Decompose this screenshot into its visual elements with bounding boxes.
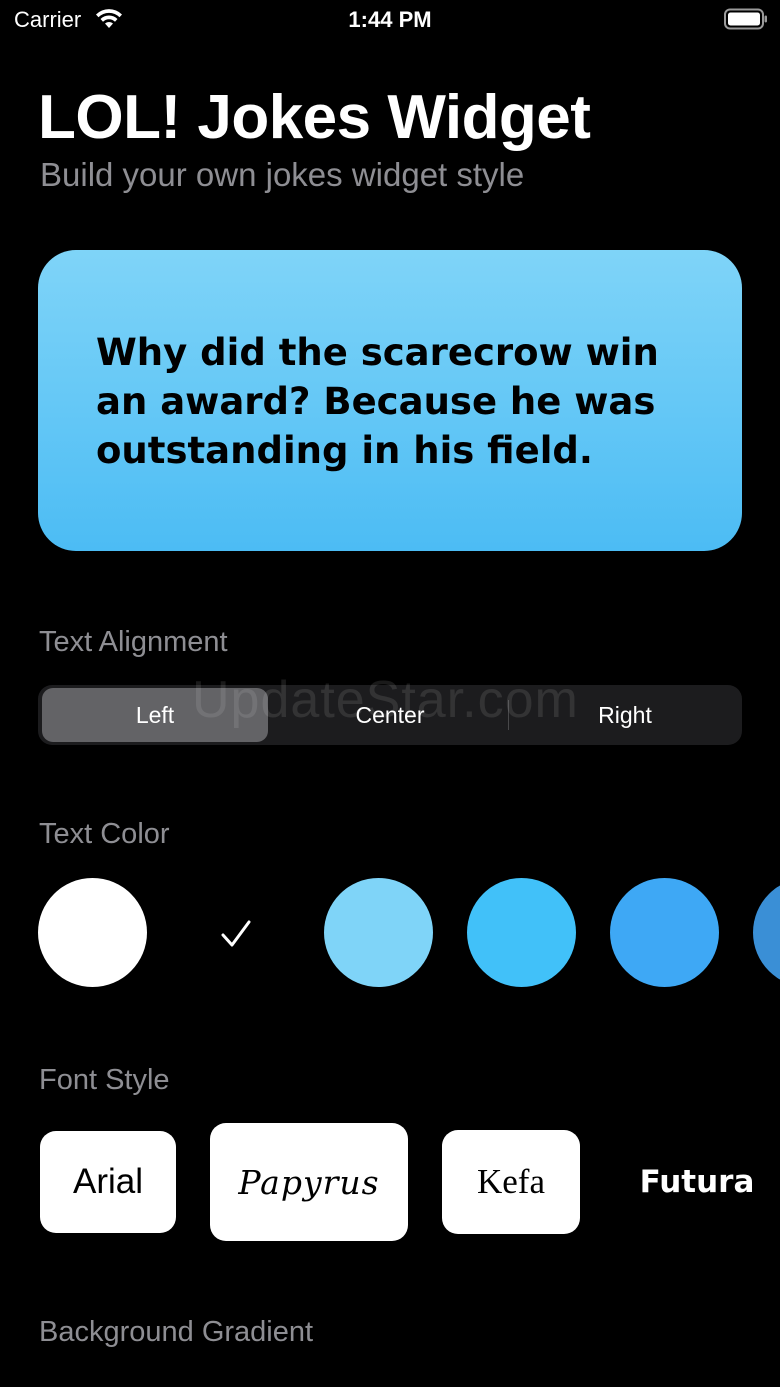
app-screen: Carrier 1:44 PM LOL! Jokes Widget Build … bbox=[0, 0, 780, 1387]
color-swatch-deep-blue[interactable] bbox=[753, 878, 780, 987]
page-title: LOL! Jokes Widget bbox=[38, 83, 591, 152]
color-swatch-sky-blue[interactable] bbox=[467, 878, 576, 987]
page-subtitle: Build your own jokes widget style bbox=[40, 156, 525, 193]
text-alignment-segmented-control: Left Center Right bbox=[38, 685, 742, 745]
text-color-label: Text Color bbox=[39, 818, 170, 850]
battery-icon bbox=[724, 8, 767, 30]
status-bar: Carrier 1:44 PM bbox=[0, 0, 780, 40]
font-option-futura[interactable]: Futura bbox=[630, 1130, 764, 1234]
checkmark-icon bbox=[221, 920, 251, 947]
widget-preview-card: Why did the scarecrow win an award? Beca… bbox=[38, 250, 742, 551]
font-style-label: Font Style bbox=[39, 1064, 170, 1096]
color-swatch-blue[interactable] bbox=[610, 878, 719, 987]
segment-right[interactable]: Right bbox=[509, 688, 741, 742]
text-alignment-label: Text Alignment bbox=[39, 626, 228, 658]
font-option-arial[interactable]: Arial bbox=[40, 1131, 176, 1233]
segment-center[interactable]: Center bbox=[272, 688, 508, 742]
preview-joke-text: Why did the scarecrow win an award? Beca… bbox=[96, 331, 659, 472]
font-option-papyrus[interactable]: Papyrus bbox=[210, 1123, 408, 1241]
font-option-kefa[interactable]: Kefa bbox=[442, 1130, 580, 1234]
segment-left[interactable]: Left bbox=[42, 688, 268, 742]
color-swatch-white[interactable] bbox=[38, 878, 147, 987]
status-time: 1:44 PM bbox=[348, 7, 432, 32]
color-swatch-light-blue[interactable] bbox=[324, 878, 433, 987]
background-gradient-label: Background Gradient bbox=[39, 1316, 314, 1348]
